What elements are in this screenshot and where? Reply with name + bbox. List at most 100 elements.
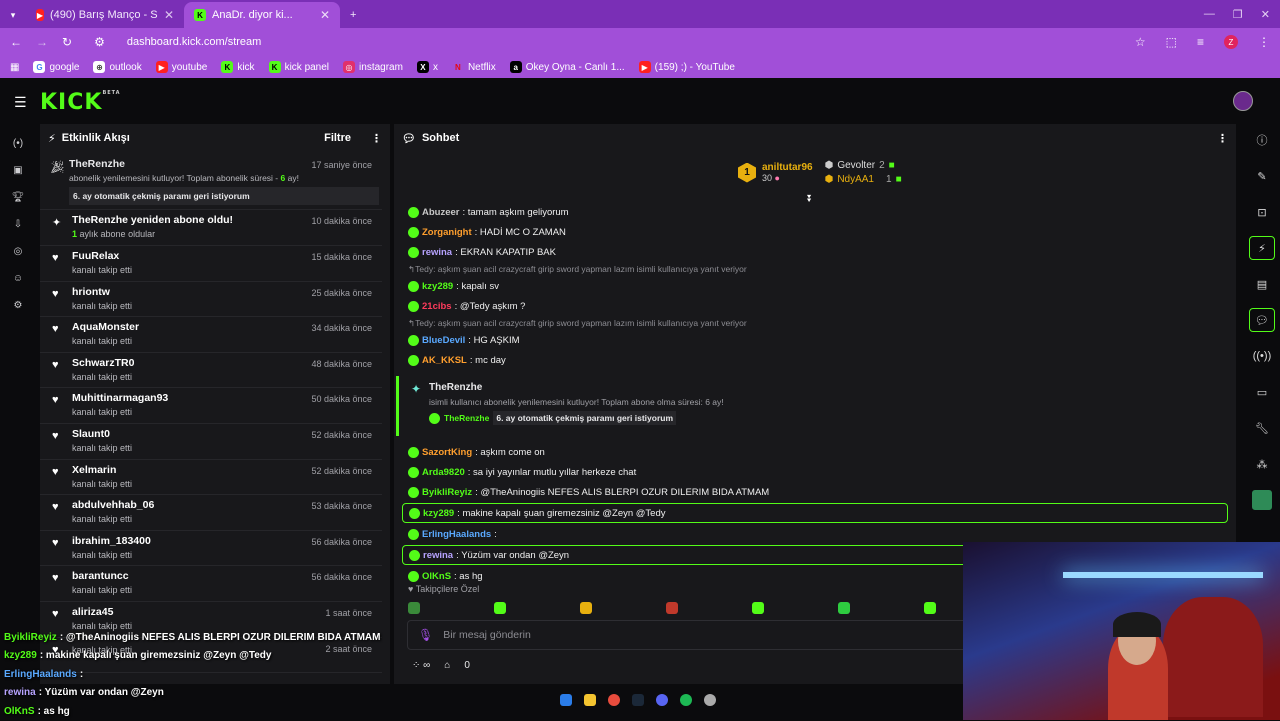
activity-item-resub[interactable]: ✦ TheRenzhe yeniden abone oldu! 1 aylık a… — [40, 210, 382, 246]
activity-item-follow[interactable]: ♥ FuuRelax kanalı takip etti 15 dakika önce — [40, 246, 382, 282]
channel-points-icon[interactable]: ⁘ ∞ — [412, 660, 430, 671]
edit-icon[interactable]: ✎ — [1244, 158, 1280, 194]
activity-item-follow[interactable]: ♥ barantuncc kanalı takip etti 56 dakika ön… — [40, 566, 382, 602]
bookmark-x[interactable]: Xx — [416, 61, 438, 73]
spotify-icon[interactable] — [680, 694, 692, 706]
chat-username[interactable]: rewina — [422, 247, 452, 258]
activity-item-follow[interactable]: ♥ SchwarzTR0 kanalı takip etti 48 dakika ön… — [40, 353, 382, 389]
bookmark-youtube[interactable]: ▶ youtube — [155, 61, 207, 73]
chat-username[interactable]: rewina — [423, 550, 453, 561]
activity-item-follow[interactable]: ♥ abdulvehhab_06 kanalı takip etti 53 dakik… — [40, 495, 382, 531]
filter-button[interactable]: Filtre — [324, 132, 351, 144]
close-tab-icon[interactable]: ✕ — [320, 8, 330, 22]
bookmark-youtube-2[interactable]: ▶ (159) ;) - YouTube — [638, 61, 735, 73]
info-icon[interactable]: ⓘ — [1244, 122, 1280, 158]
url-field[interactable]: dashboard.kick.com/stream — [127, 36, 262, 48]
emote-icon[interactable] — [494, 602, 506, 614]
tab-search-icon[interactable]: ▾ — [0, 2, 26, 28]
bookmark-star-icon[interactable]: ☆ — [1135, 35, 1146, 49]
chat-message[interactable]: 21cibs: @Tedy aşkım ? — [394, 296, 1236, 316]
explorer-icon[interactable] — [584, 694, 596, 706]
chat-menu-icon[interactable]: ⋮ — [1217, 132, 1228, 145]
chrome-icon[interactable] — [608, 694, 620, 706]
chat-message[interactable]: SazortKing: aşkım come on — [394, 442, 1236, 462]
dashboard-icon[interactable]: ▣ — [0, 157, 36, 183]
activity-menu-icon[interactable]: ⋮ — [371, 132, 382, 145]
activity-item-follow[interactable]: ♥ Slaunt0 kanalı takip etti 52 dakika önce — [40, 424, 382, 460]
new-tab-button[interactable]: + — [340, 2, 366, 28]
community-icon[interactable]: ☺ — [0, 265, 36, 291]
bookmark-google[interactable]: Ggoogle — [33, 61, 79, 73]
chat-username[interactable]: kzy289 — [423, 508, 454, 519]
chat-username[interactable]: kzy289 — [422, 281, 453, 292]
chat-username[interactable]: ErlingHaalands — [422, 529, 491, 540]
extensions-icon[interactable]: ⬚ — [1166, 35, 1177, 49]
close-tab-icon[interactable]: ✕ — [164, 8, 174, 22]
notes-icon[interactable]: ▤ — [1244, 266, 1280, 302]
profile-avatar[interactable]: Z — [1224, 35, 1238, 49]
activity-item-follow[interactable]: ♥ Muhittinarmagan93 kanalı takip etti 50 da… — [40, 388, 382, 424]
discord-icon[interactable] — [656, 694, 668, 706]
reload-icon[interactable]: ↻ — [62, 35, 72, 49]
chat-username[interactable]: OlKnS — [422, 571, 451, 582]
activity-item-follow[interactable]: ♥ ibrahim_183400 kanalı takip etti 56 dakik… — [40, 531, 382, 567]
activity-item-follow[interactable]: ♥ Xelmarin kanalı takip etti 52 dakika önce — [40, 460, 382, 496]
emote-icon[interactable] — [408, 602, 420, 614]
apps-grid-icon[interactable]: ▦ — [10, 62, 19, 73]
minimize-icon[interactable]: — — [1204, 8, 1215, 21]
start-icon[interactable] — [560, 694, 572, 706]
activity-toggle-icon[interactable]: ⚡ — [1249, 236, 1275, 260]
bookmark-outlook[interactable]: ⊕ outlook — [93, 61, 142, 73]
chat-message[interactable]: Zorganight: HADİ MC O ZAMAN — [394, 222, 1236, 242]
chat-toggle-icon[interactable]: 💬︎ — [1249, 308, 1275, 332]
chat-username[interactable]: ByikliReyiz — [422, 487, 472, 498]
chat-message[interactable]: ByikliReyiz: @TheAninogiis NEFES ALIS BL… — [394, 482, 1236, 502]
forward-icon[interactable]: → — [36, 35, 48, 49]
chat-message[interactable]: BlueDevil: HG AŞKIM — [394, 330, 1236, 350]
settings-icon[interactable]: ⚙ — [0, 292, 36, 318]
back-icon[interactable]: ← — [10, 35, 22, 49]
bookmark-okey[interactable]: a Okey Oyna - Canlı 1... — [509, 61, 625, 73]
app-icon[interactable] — [704, 694, 716, 706]
tab-youtube[interactable]: ▶ (490) Barış Manço - SesVerSus ( ✕ — [26, 2, 184, 28]
reading-list-icon[interactable]: ≡ — [1197, 35, 1204, 49]
bookmark-instagram[interactable]: ◎ instagram — [343, 61, 403, 73]
chat-message[interactable]: rewina: EKRAN KAPATIP BAK — [394, 242, 1236, 262]
emote-icon[interactable] — [924, 602, 936, 614]
chat-message[interactable]: kzy289: kapalı sv — [394, 276, 1236, 296]
chat-message[interactable]: ErlingHaalands: — [394, 524, 1236, 544]
chat-username[interactable]: AK_KKSL — [422, 355, 467, 366]
hamburger-menu-icon[interactable]: ☰ — [14, 94, 27, 111]
share-icon[interactable]: ⁂ — [1244, 446, 1280, 482]
emote-icon[interactable] — [580, 602, 592, 614]
steam-icon[interactable] — [632, 694, 644, 706]
gift-icon[interactable]: ⌂ — [444, 660, 450, 671]
chat-message[interactable]: AK_KKSL: mc day — [394, 350, 1236, 370]
app-icon[interactable] — [1244, 482, 1280, 518]
chat-username[interactable]: Zorganight — [422, 227, 472, 238]
upload-icon[interactable]: ⇩ — [0, 211, 36, 237]
moderation-icon[interactable]: ◎ — [0, 238, 36, 264]
emote-icon[interactable] — [666, 602, 678, 614]
activity-item-follow[interactable]: ♥ AquaMonster kanalı takip etti 34 dakika ö… — [40, 317, 382, 353]
mic-icon[interactable]: 🎙︎ — [418, 628, 433, 642]
wrench-icon[interactable]: 🔧︎ — [1244, 410, 1280, 446]
queue-icon[interactable]: ▭ — [1244, 374, 1280, 410]
emote-icon[interactable] — [752, 602, 764, 614]
activity-item-resub-message[interactable]: 🎉︎ TheRenzhe abonelik yenilemesini kutlu… — [40, 152, 382, 210]
chat-message[interactable]: kzy289: makine kapalı şuan giremezsiniz … — [402, 503, 1228, 523]
site-info-icon[interactable]: ⚙ — [94, 35, 105, 49]
activity-item-follow[interactable]: ♥ hriontw kanalı takip etti 25 dakika önce — [40, 282, 382, 318]
trophy-icon[interactable]: 🏆︎ — [0, 184, 36, 210]
close-window-icon[interactable]: ✕ — [1261, 8, 1270, 21]
chat-username[interactable]: SazortKing — [422, 447, 472, 458]
bookmark-kick-panel[interactable]: Kkick panel — [268, 61, 329, 73]
stream-icon[interactable]: (•) — [0, 130, 36, 156]
tab-kick[interactable]: K AnaDr. diyor ki... ✕ — [184, 2, 340, 28]
emote-icon[interactable] — [838, 602, 850, 614]
kick-logo[interactable]: KICKBETA — [40, 90, 121, 115]
camera-icon[interactable]: ⊡ — [1244, 194, 1280, 230]
broadcast-icon[interactable]: ((•)) — [1244, 338, 1280, 374]
chat-username[interactable]: Arda9820 — [422, 467, 465, 478]
chat-username[interactable]: BlueDevil — [422, 335, 465, 346]
